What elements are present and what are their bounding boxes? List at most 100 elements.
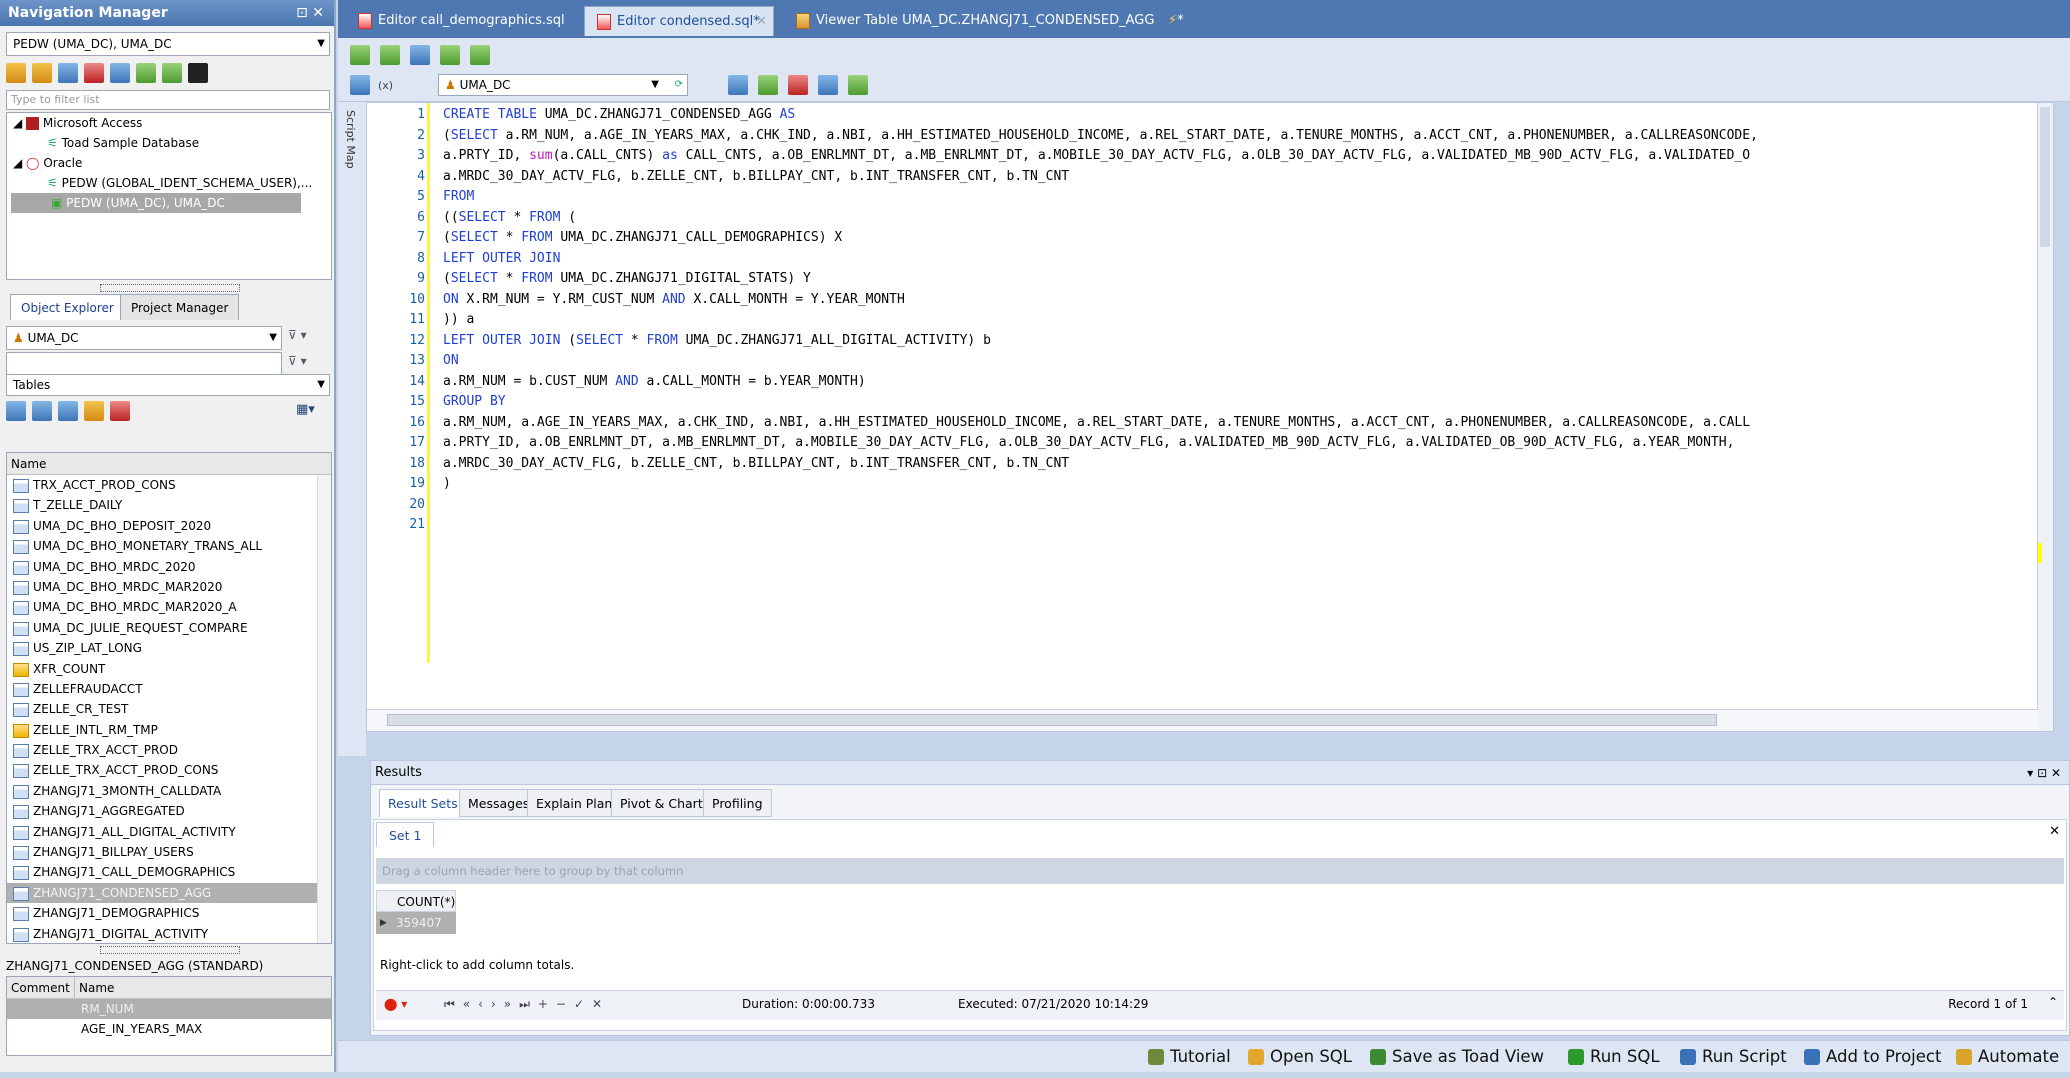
close-icon[interactable]: ✕ xyxy=(2049,824,2060,839)
code-line[interactable]: LEFT OUTER JOIN (SELECT * FROM UMA_DC.ZH… xyxy=(443,331,2043,352)
remove-connection-icon[interactable] xyxy=(84,63,104,83)
tab-call-demographics[interactable]: Editor call_demographics.sql xyxy=(346,6,566,36)
tree-item-oracle[interactable]: ◢ ◯ Oracle xyxy=(7,153,331,173)
favorites-icon[interactable] xyxy=(84,401,104,421)
create-table-icon[interactable] xyxy=(32,401,52,421)
filter-input[interactable]: Type to filter list xyxy=(6,90,330,110)
save-icon[interactable] xyxy=(380,45,400,65)
table-row[interactable]: ZHANGJ71_DEMOGRAPHICS xyxy=(7,903,331,923)
table-row[interactable]: ZELLE_INTL_RM_TMP xyxy=(7,720,331,740)
column-comment[interactable]: Comment xyxy=(7,977,75,998)
table-row[interactable]: ZELLE_TRX_ACCT_PROD_CONS xyxy=(7,760,331,780)
tutorial-button[interactable]: Tutorial xyxy=(1148,1045,1231,1069)
result-tab[interactable]: Profiling xyxy=(703,789,772,817)
code-area[interactable]: CREATE TABLE UMA_DC.ZHANGJ71_CONDENSED_A… xyxy=(443,105,2043,536)
column-name[interactable]: Name xyxy=(75,977,114,998)
column-header-count[interactable]: COUNT(*) xyxy=(376,890,456,912)
refresh-icon[interactable]: ⟳ xyxy=(675,75,683,95)
ab-compare-icon[interactable] xyxy=(818,75,838,95)
table-row[interactable]: ZHANGJ71_ALL_DIGITAL_ACTIVITY xyxy=(7,822,331,842)
table-row[interactable]: ZHANGJ71_CONDENSED_AGG xyxy=(7,882,331,904)
tree-item-toad-sample[interactable]: ⚟ Toad Sample Database xyxy=(7,133,331,153)
filter-icon[interactable]: ⊽ ▾ xyxy=(288,328,307,342)
code-line[interactable]: FROM xyxy=(443,187,2043,208)
code-line[interactable]: ((SELECT * FROM ( xyxy=(443,208,2043,229)
result-tab[interactable]: Explain Plan xyxy=(527,789,622,817)
run-script-button[interactable]: Run Script xyxy=(1680,1045,1787,1069)
table-row[interactable]: UMA_DC_BHO_MRDC_2020 xyxy=(7,557,331,577)
script-map-strip[interactable]: Script Map xyxy=(338,102,366,756)
panel-controls-icon[interactable]: ▾ ⊡ ✕ xyxy=(2027,761,2061,785)
splitter-handle[interactable] xyxy=(100,284,240,292)
group-panel[interactable]: Drag a column header here to group by th… xyxy=(376,858,2064,884)
code-line[interactable] xyxy=(443,515,2043,536)
code-line[interactable]: )) a xyxy=(443,310,2043,331)
list-scrollbar[interactable] xyxy=(317,475,331,943)
tab-condensed[interactable]: Editor condensed.sql* ✕ xyxy=(584,6,774,36)
splitter-handle[interactable] xyxy=(100,946,240,954)
tab-viewer-table[interactable]: Viewer Table UMA_DC.ZHANGJ71_CONDENSED_A… xyxy=(784,6,1204,36)
tab-project-manager[interactable]: Project Manager xyxy=(120,294,240,320)
code-line[interactable]: a.MRDC_30_DAY_ACTV_FLG, b.ZELLE_CNT, b.B… xyxy=(443,454,2043,475)
result-tab[interactable]: Pivot & Chart xyxy=(611,789,712,817)
table-row[interactable]: ZELLEFRAUDACCT xyxy=(7,679,331,699)
editor-hscroll[interactable] xyxy=(367,709,2039,731)
properties-icon[interactable] xyxy=(110,63,130,83)
table-row[interactable]: UMA_DC_BHO_DEPOSIT_2020 xyxy=(7,516,331,536)
table-icon[interactable] xyxy=(6,401,26,421)
bind-icon[interactable] xyxy=(350,75,370,95)
variable-icon[interactable]: (x) xyxy=(378,79,393,92)
editor-vscroll[interactable] xyxy=(2037,103,2053,731)
schema-filter-input[interactable] xyxy=(6,352,282,376)
result-cell[interactable]: ▶ 359407 xyxy=(376,912,456,934)
drop-icon[interactable] xyxy=(110,401,130,421)
code-line[interactable]: a.PRTY_ID, a.OB_ENRLMNT_DT, a.MB_ENRLMNT… xyxy=(443,433,2043,454)
save-toad-view-button[interactable]: Save as Toad View xyxy=(1370,1045,1544,1069)
collapse-icon[interactable]: ⌃ xyxy=(2048,995,2058,1009)
transaction-icon[interactable] xyxy=(728,75,748,95)
code-line[interactable]: a.MRDC_30_DAY_ACTV_FLG, b.ZELLE_CNT, b.B… xyxy=(443,167,2043,188)
disconnect-icon[interactable] xyxy=(58,63,78,83)
tab-set-1[interactable]: Set 1 xyxy=(376,822,435,848)
tree-item-pedw-uma[interactable]: ▣ PEDW (UMA_DC), UMA_DC xyxy=(11,193,301,213)
detail-row[interactable]: AGE_IN_YEARS_MAX xyxy=(7,1019,331,1039)
table-row[interactable]: ZHANGJ71_CALL_DEMOGRAPHICS xyxy=(7,862,331,882)
code-line[interactable]: (SELECT a.RM_NUM, a.AGE_IN_YEARS_MAX, a.… xyxy=(443,126,2043,147)
code-line[interactable]: ) xyxy=(443,474,2043,495)
tab-object-explorer[interactable]: Object Explorer xyxy=(10,294,125,320)
tab-new[interactable]: ⚡* xyxy=(1158,6,1218,36)
script-icon[interactable] xyxy=(58,401,78,421)
code-line[interactable]: a.RM_NUM, a.AGE_IN_YEARS_MAX, a.CHK_IND,… xyxy=(443,413,2043,434)
table-row[interactable]: ZELLE_CR_TEST xyxy=(7,699,331,719)
result-tab[interactable]: Result Sets xyxy=(379,789,467,817)
code-line[interactable]: a.RM_NUM = b.CUST_NUM AND a.CALL_MONTH =… xyxy=(443,372,2043,393)
execute-icon[interactable] xyxy=(350,45,370,65)
export-icon[interactable] xyxy=(440,45,460,65)
grid-options-icon[interactable]: ▦▾ xyxy=(296,402,326,420)
table-row[interactable]: ZELLE_TRX_ACCT_PROD xyxy=(7,740,331,760)
automate-button[interactable]: Automate xyxy=(1956,1045,2059,1069)
table-row[interactable]: TRX_ACCT_PROD_CONS xyxy=(7,475,331,495)
terminal-icon[interactable] xyxy=(188,63,208,83)
tree-item-access[interactable]: ◢ Microsoft Access xyxy=(7,113,331,133)
table-row[interactable]: ZHANGJ71_BILLPAY_USERS xyxy=(7,842,331,862)
editor-schema-select[interactable]: ♟ UMA_DC ▼ ⟳ xyxy=(438,74,688,96)
code-line[interactable]: (SELECT * FROM UMA_DC.ZHANGJ71_CALL_DEMO… xyxy=(443,228,2043,249)
open-sql-button[interactable]: Open SQL xyxy=(1248,1045,1352,1069)
explain-icon[interactable] xyxy=(758,75,778,95)
commit-icon[interactable] xyxy=(470,45,490,65)
format-icon[interactable] xyxy=(410,45,430,65)
object-type-select[interactable]: Tables ▼ xyxy=(6,374,330,396)
code-line[interactable]: LEFT OUTER JOIN xyxy=(443,249,2043,270)
run-sql-button[interactable]: Run SQL xyxy=(1568,1045,1660,1069)
pin-icon[interactable]: ⊡ ✕ xyxy=(296,0,324,26)
new-connection-icon[interactable] xyxy=(32,63,52,83)
code-line[interactable] xyxy=(443,495,2043,516)
code-line[interactable]: a.PRTY_ID, sum(a.CALL_CNTS) as CALL_CNTS… xyxy=(443,146,2043,167)
code-line[interactable]: (SELECT * FROM UMA_DC.ZHANGJ71_DIGITAL_S… xyxy=(443,269,2043,290)
code-line[interactable]: CREATE TABLE UMA_DC.ZHANGJ71_CONDENSED_A… xyxy=(443,105,2043,126)
code-line[interactable]: ON xyxy=(443,351,2043,372)
sql-editor[interactable]: 1 2 3 4 5 6 7 8 9 10 11 12 13 14 15 16 17 18 19 20 21 CREATE… xyxy=(366,102,2054,732)
detail-row[interactable]: RM_NUM xyxy=(7,999,331,1019)
connect-icon[interactable] xyxy=(6,63,26,83)
